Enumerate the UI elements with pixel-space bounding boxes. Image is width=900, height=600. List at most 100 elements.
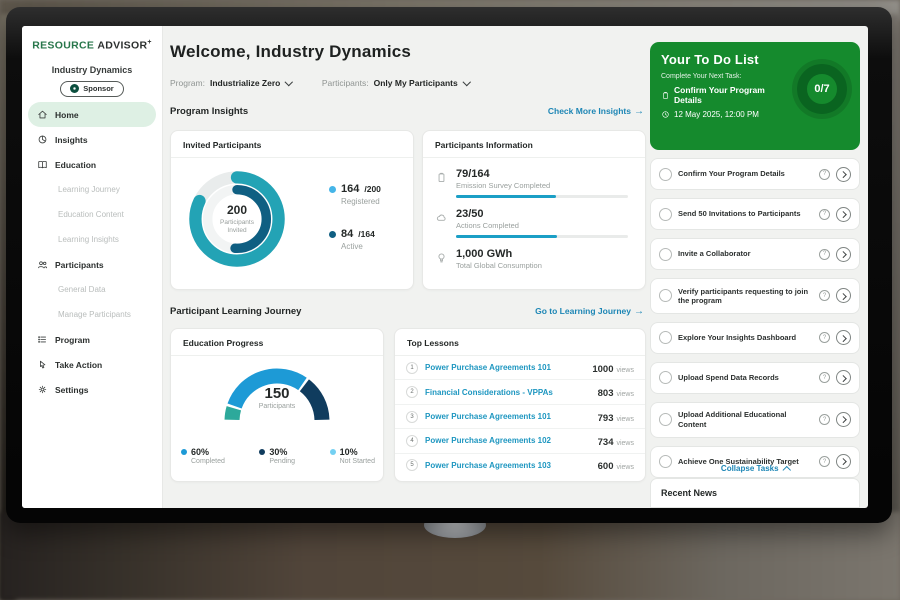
education-icon [37, 159, 48, 170]
sidebar-item-education-content[interactable]: Education Content [22, 202, 162, 227]
sidebar: RESOURCE ADVISOR+ Industry Dynamics Spon… [22, 26, 163, 508]
lesson-rank: 2 [406, 386, 418, 398]
chevron-right-icon[interactable] [836, 370, 851, 385]
chevron-right-icon[interactable] [836, 207, 851, 222]
todo-task[interactable]: Send 50 Invitations to Participants ? [650, 198, 860, 230]
completed-pct: 60% [191, 447, 225, 457]
take-action-icon [37, 359, 48, 370]
sidebar-item-education[interactable]: Education [22, 152, 162, 177]
gauge-legend: 60% Completed 30% Pending 10% Not Starte… [181, 447, 375, 465]
views-suffix: views [616, 416, 634, 423]
check-more-insights-link[interactable]: Check More Insights→ [548, 106, 644, 117]
insights-icon [37, 134, 48, 145]
stat-value: 79/164 [456, 168, 628, 180]
todo-task[interactable]: Verify participants requesting to join t… [650, 278, 860, 314]
progress-fill [456, 195, 556, 198]
task-checkbox[interactable] [659, 331, 672, 344]
stat-row: 23/50 Actions Completed [423, 198, 645, 238]
chevron-right-icon[interactable] [836, 247, 851, 262]
home-icon [37, 109, 48, 120]
participants-icon [37, 259, 48, 270]
lesson-row: 4 Power Purchase Agreements 102 734views [395, 428, 645, 452]
sidebar-item-program[interactable]: Program [22, 327, 162, 352]
recent-news-card[interactable]: Recent News [650, 478, 860, 508]
chevron-right-icon[interactable] [836, 288, 851, 303]
info-icon[interactable]: ? [819, 332, 830, 343]
invited-total-label: Participants Invited [210, 219, 264, 236]
task-checkbox[interactable] [659, 208, 672, 221]
sidebar-item-learning-insights[interactable]: Learning Insights [22, 227, 162, 252]
lesson-link[interactable]: Power Purchase Agreements 103 [425, 461, 591, 470]
info-icon[interactable]: ? [819, 209, 830, 220]
info-icon[interactable]: ? [819, 249, 830, 260]
task-checkbox[interactable] [659, 413, 672, 426]
todo-summary-card: Your To Do List Complete Your Next Task:… [650, 42, 860, 150]
todo-next-task: Confirm Your Program Details [661, 85, 793, 105]
top-lessons-list: 1 Power Purchase Agreements 101 1000 view… [395, 356, 645, 477]
sidebar-item-learning-journey[interactable]: Learning Journey [22, 177, 162, 202]
todo-task[interactable]: Upload Additional Educational Content ? [650, 402, 860, 438]
todo-task[interactable]: Upload Spend Data Records ? [650, 362, 860, 394]
todo-progress-ring: 0/7 [797, 64, 847, 114]
todo-task-list: Confirm Your Program Details ? Send 50 I… [650, 158, 860, 508]
info-icon[interactable]: ? [819, 372, 830, 383]
lesson-link[interactable]: Power Purchase Agreements 102 [425, 436, 591, 445]
collapse-tasks-link[interactable]: Collapse Tasks [650, 464, 860, 473]
progress-bar [456, 195, 628, 198]
task-checkbox[interactable] [659, 248, 672, 261]
active-label: Active [341, 242, 381, 251]
gauge-label: Participants [171, 403, 383, 410]
sidebar-item-take-action[interactable]: Take Action [22, 352, 162, 377]
participants-filter-label: Participants: [322, 78, 369, 88]
chevron-up-icon [782, 465, 790, 473]
task-checkbox[interactable] [659, 371, 672, 384]
lesson-link[interactable]: Power Purchase Agreements 101 [425, 363, 585, 372]
info-icon[interactable]: ? [819, 169, 830, 180]
stat-value: 1,000 GWh [456, 248, 542, 260]
participants-select[interactable]: Participants:Only My Participants [322, 78, 469, 88]
lesson-views: 1000 [592, 364, 613, 375]
actions-icon [435, 211, 448, 224]
learning-journey-section-header: Participant Learning Journey Go to Learn… [170, 306, 644, 317]
section-title: Participant Learning Journey [170, 306, 301, 317]
task-label: Send 50 Invitations to Participants [678, 209, 813, 218]
chevron-right-icon[interactable] [836, 330, 851, 345]
program-filter-value: Industrialize Zero [210, 78, 280, 88]
program-select[interactable]: Program: Industrialize Zero [170, 78, 292, 88]
sidebar-item-settings[interactable]: Settings [22, 377, 162, 402]
todo-task[interactable]: Invite a Collaborator ? [650, 238, 860, 270]
active-total: /164 [358, 229, 375, 239]
stat-row: 1,000 GWh Total Global Consumption [423, 238, 645, 270]
chevron-right-icon[interactable] [836, 167, 851, 182]
pending-pct: 30% [269, 447, 295, 457]
sidebar-item-general-data[interactable]: General Data [22, 277, 162, 302]
todo-task[interactable]: Explore Your Insights Dashboard ? [650, 322, 860, 354]
lesson-link[interactable]: Power Purchase Agreements 101 [425, 412, 591, 421]
registered-value: 164 [341, 183, 359, 195]
sidebar-item-label: Education Content [58, 210, 124, 219]
pending-label: Pending [269, 458, 295, 465]
monitor-bezel: RESOURCE ADVISOR+ Industry Dynamics Spon… [6, 7, 892, 523]
info-icon[interactable]: ? [819, 414, 830, 425]
task-checkbox[interactable] [659, 168, 672, 181]
donut-legend: 164/200 Registered 84/164 Active [329, 183, 381, 273]
sidebar-item-insights[interactable]: Insights [22, 127, 162, 152]
info-icon[interactable]: ? [819, 290, 830, 301]
sidebar-item-manage-participants[interactable]: Manage Participants [22, 302, 162, 327]
program-filter-label: Program: [170, 78, 205, 88]
sidebar-item-participants[interactable]: Participants [22, 252, 162, 277]
task-label: Confirm Your Program Details [678, 169, 813, 178]
todo-task[interactable]: Confirm Your Program Details ? [650, 158, 860, 190]
stat-label: Actions Completed [456, 221, 628, 230]
sidebar-item-label: Insights [55, 135, 88, 145]
invited-participants-donut: 200 Participants Invited [185, 167, 289, 271]
lesson-rank: 1 [406, 362, 418, 374]
lesson-link[interactable]: Financial Considerations - VPPAs [425, 388, 591, 397]
sidebar-item-label: General Data [58, 285, 106, 294]
chevron-right-icon[interactable] [836, 412, 851, 427]
lesson-row: 5 Power Purchase Agreements 103 600views [395, 453, 645, 477]
chevron-down-icon [285, 77, 293, 85]
go-to-learning-journey-link[interactable]: Go to Learning Journey→ [535, 306, 644, 317]
sidebar-item-home[interactable]: Home [28, 102, 156, 127]
task-checkbox[interactable] [659, 289, 672, 302]
